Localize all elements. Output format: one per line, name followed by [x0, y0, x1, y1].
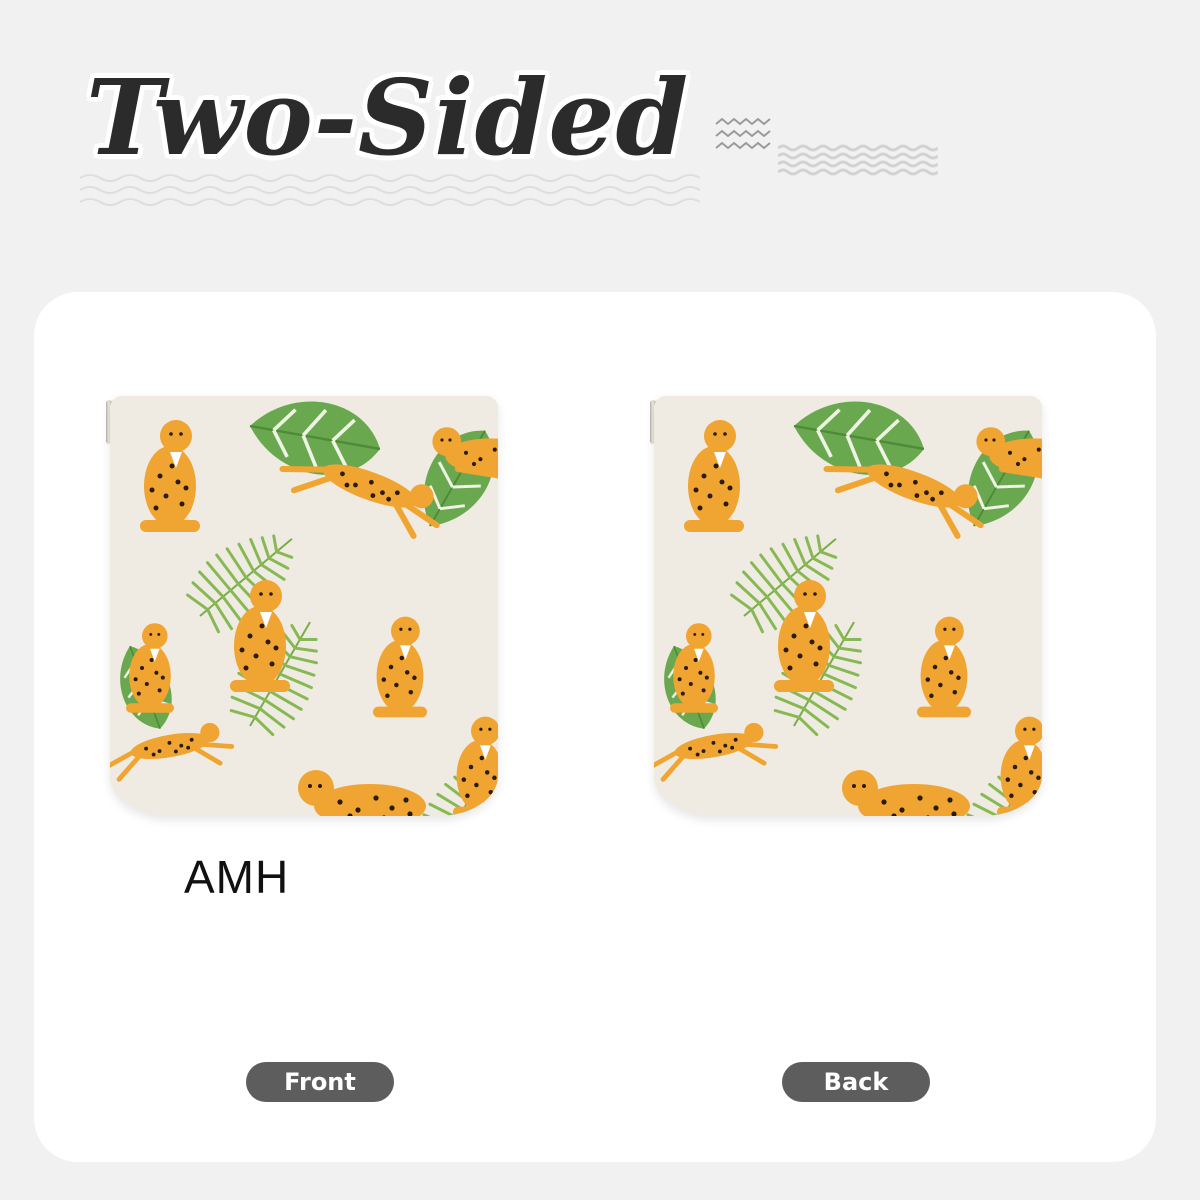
header: Two-Sided [0, 0, 1200, 250]
front-label: Front [246, 1062, 394, 1102]
cheetah-leaf-pattern [110, 396, 498, 816]
cheetah-leaf-pattern [654, 396, 1042, 816]
product-card: AMH Front Back [34, 292, 1156, 1162]
back-case-image [654, 396, 1042, 816]
back-label: Back [782, 1062, 930, 1102]
wave-decoration-under-title [80, 174, 700, 206]
front-case-image [110, 396, 498, 816]
wave-band-decoration [778, 144, 938, 176]
monogram-text: AMH [184, 851, 290, 903]
page-title: Two-Sided [86, 56, 690, 179]
wave-icon-small [715, 117, 771, 150]
